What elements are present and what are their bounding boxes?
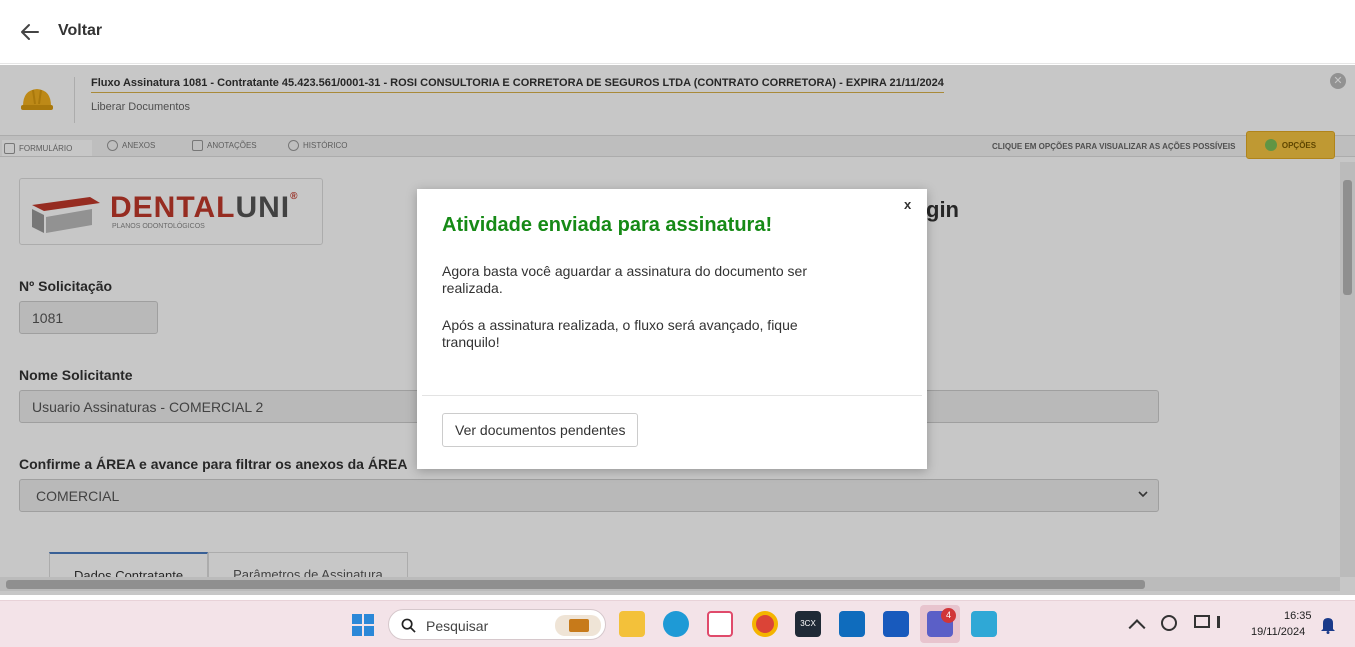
snipping-tool-icon[interactable]: [707, 611, 733, 637]
taskbar-search[interactable]: Pesquisar: [388, 609, 606, 640]
modal-divider: [422, 395, 922, 396]
modal-close-button[interactable]: x: [904, 197, 911, 212]
search-placeholder: Pesquisar: [426, 618, 489, 634]
signature-modal: x Atividade enviada para assinatura! Ago…: [417, 189, 927, 469]
pending-documents-button[interactable]: Ver documentos pendentes: [442, 413, 639, 447]
outlook-icon[interactable]: [839, 611, 865, 637]
network-icon[interactable]: [1194, 615, 1210, 628]
3cx-icon[interactable]: 3CX: [795, 611, 821, 637]
taskbar: Pesquisar 3CX 4 16:35 19/11/2024: [0, 600, 1355, 647]
briefcase-icon: [569, 619, 589, 632]
back-label[interactable]: Voltar: [58, 22, 102, 40]
file-explorer-icon[interactable]: [619, 611, 645, 637]
clock-date[interactable]: 19/11/2024: [1251, 626, 1305, 638]
modal-message-2: Após a assinatura realizada, o fluxo ser…: [442, 317, 798, 350]
windows-start-icon[interactable]: [351, 613, 375, 637]
notepad-icon[interactable]: [971, 611, 997, 637]
modal-title: Atividade enviada para assinatura!: [442, 214, 773, 236]
search-icon: [401, 618, 416, 633]
clock-time[interactable]: 16:35: [1284, 610, 1312, 622]
chevron-up-icon[interactable]: [1128, 619, 1146, 637]
notification-bell-icon[interactable]: [1320, 616, 1336, 634]
top-bar: Voltar: [0, 0, 1355, 64]
volume-icon[interactable]: [1217, 616, 1229, 628]
back-arrow-icon[interactable]: [18, 20, 42, 44]
chrome-icon[interactable]: [752, 611, 778, 637]
teams-badge: 4: [941, 608, 956, 623]
sync-icon[interactable]: [1161, 615, 1177, 631]
word-icon[interactable]: [883, 611, 909, 637]
edge-icon[interactable]: [663, 611, 689, 637]
search-highlight: [555, 615, 601, 636]
modal-message-1: Agora basta você aguardar a assinatura d…: [442, 263, 808, 296]
